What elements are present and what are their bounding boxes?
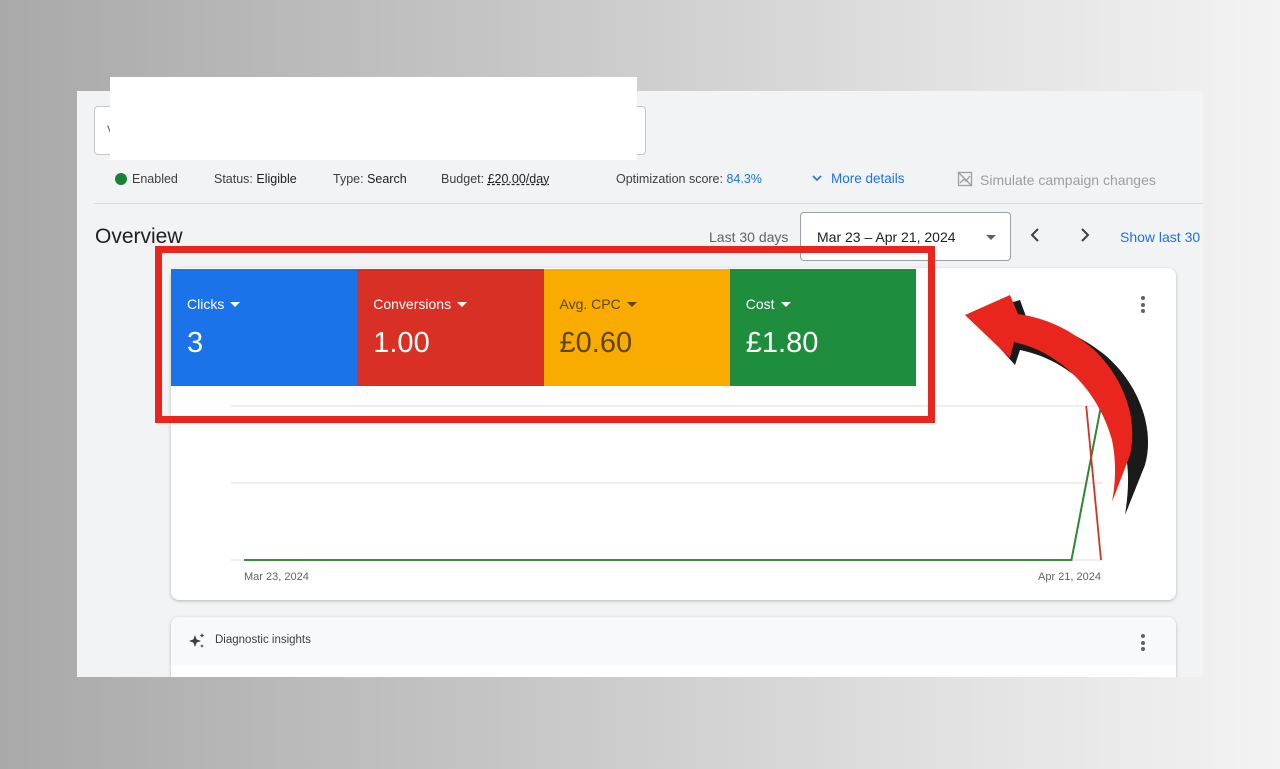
chevron-down-icon: [812, 175, 822, 182]
chevron-right-icon[interactable]: [1074, 225, 1094, 245]
enabled-status[interactable]: Enabled: [115, 171, 178, 187]
redaction-block: [110, 77, 637, 160]
campaign-budget[interactable]: Budget: £20.00/day: [441, 171, 549, 187]
simulate-label: Simulate campaign changes: [980, 172, 1156, 188]
annotation-curved-arrow-icon: [965, 295, 1149, 515]
campaign-status-row: Enabled Status: Eligible Type: Search Bu…: [115, 171, 1195, 191]
budget-value[interactable]: £20.00/day: [488, 172, 550, 186]
optimization-score-value[interactable]: 84.3%: [726, 172, 761, 186]
type-value: Search: [367, 172, 407, 186]
enabled-label: Enabled: [132, 172, 178, 186]
diagnostic-insights-title: Diagnostic insights: [215, 634, 311, 646]
header-divider: [94, 203, 1203, 204]
chart-x-tick-label: Apr 21, 2024: [1038, 571, 1101, 583]
annotation-highlight-box: [155, 246, 935, 423]
chevron-left-icon[interactable]: [1026, 225, 1046, 245]
diagnostic-insights-header[interactable]: Diagnostic insights: [171, 617, 1176, 665]
more-details-label: More details: [831, 171, 905, 186]
dropdown-caret-icon: [986, 235, 996, 240]
simulate-campaign-changes-button[interactable]: Simulate campaign changes: [957, 171, 1156, 188]
optimization-score[interactable]: Optimization score: 84.3%: [616, 171, 762, 187]
diagnostic-insights-card: Diagnostic insights: [171, 617, 1176, 677]
simulate-chart-off-icon: [957, 171, 973, 187]
sparkle-icon: [189, 633, 205, 648]
campaign-type: Type: Search: [333, 172, 407, 186]
eligibility-value: Eligible: [256, 172, 297, 186]
date-range-value: Mar 23 – Apr 21, 2024: [817, 229, 956, 245]
more-details-button[interactable]: More details: [811, 171, 905, 187]
date-range-preset-label: Last 30 days: [709, 229, 789, 245]
enabled-dot-icon: [115, 173, 127, 185]
chart-x-tick-label: Mar 23, 2024: [244, 571, 309, 583]
eligibility-status: Status: Eligible: [214, 172, 297, 186]
show-last-period-link[interactable]: Show last 30: [1120, 229, 1200, 245]
more-vert-icon[interactable]: [1141, 634, 1145, 654]
